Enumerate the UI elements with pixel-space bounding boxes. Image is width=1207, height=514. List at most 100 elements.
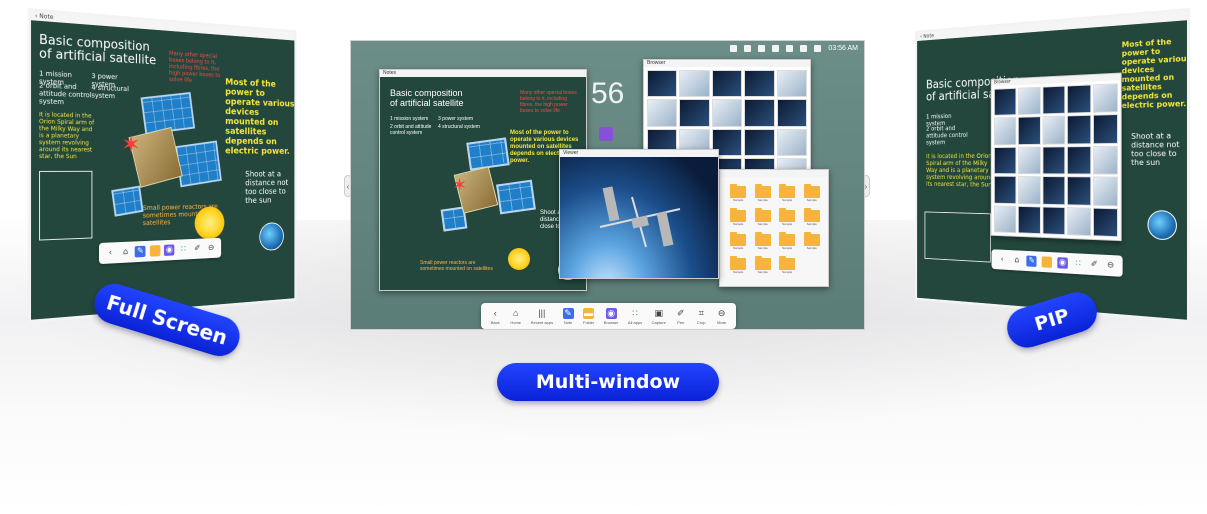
folder-item[interactable]: Sample [730,234,746,254]
image-thumbnail[interactable] [994,88,1016,116]
folder-item[interactable]: Sample [779,234,795,254]
image-thumbnail[interactable] [1067,207,1091,236]
image-thumbnail[interactable] [1042,116,1065,145]
viewer-window-titlebar[interactable]: Viewer [560,150,718,157]
dock-item-note[interactable]: ✎ Note [563,308,574,325]
dock-item-capture[interactable]: ▣ Capture [652,308,666,325]
image-thumbnail[interactable] [1018,206,1041,235]
folder-item[interactable]: Sample [730,186,746,206]
viewer-window[interactable]: Viewer [559,149,719,279]
folder-item[interactable]: Sample [804,234,820,254]
home-icon: ⌂ [510,308,521,319]
dock-item-crop[interactable]: ⌗ Crop [696,308,707,325]
image-thumbnail[interactable] [994,205,1016,233]
image-thumbnail[interactable] [1042,146,1065,174]
dock-item-home[interactable]: ⌂ Home [510,308,521,325]
pen-icon[interactable]: ✐ [192,243,202,254]
image-thumbnail[interactable] [777,70,807,97]
browser-icon[interactable]: ◉ [1057,257,1068,269]
sun-illustration [195,206,225,240]
image-thumbnail[interactable] [1067,115,1091,144]
dock-item-folder[interactable]: ▬ Folder [583,308,594,325]
folder-icon[interactable] [1042,256,1052,268]
image-thumbnail[interactable] [994,176,1016,204]
folder-item[interactable]: Sample [804,186,820,206]
note-window-titlebar[interactable]: Notes [380,70,586,77]
image-thumbnail[interactable] [1067,146,1091,175]
image-thumbnail[interactable] [1093,177,1118,206]
folder-item[interactable]: Sample [730,210,746,230]
folder-item[interactable]: Sample [779,258,795,278]
apps-icon[interactable]: ∷ [1073,258,1084,270]
image-thumbnail[interactable] [1018,87,1041,116]
image-thumbnail[interactable] [647,99,677,126]
image-thumbnail[interactable] [777,129,807,156]
image-thumbnail[interactable] [994,147,1016,175]
folder-icon [779,186,795,198]
image-thumbnail[interactable] [647,70,677,97]
pen-icon: ✐ [675,308,686,319]
folder-window-titlebar[interactable] [720,170,828,177]
home-icon[interactable]: ⌂ [120,246,131,258]
pip-browser-window[interactable]: Browser [991,72,1122,241]
folder-window[interactable]: Sample Sample Sample Sample Sample Sample Samp… [719,169,829,287]
folder-item[interactable]: Sample [779,186,795,206]
image-thumbnail[interactable] [1093,114,1118,144]
browser-icon[interactable]: ◉ [164,244,174,256]
image-thumbnail[interactable] [1093,146,1118,175]
image-thumbnail[interactable] [994,117,1016,145]
dock-item-label: Capture [652,320,666,325]
image-thumbnail[interactable] [744,70,774,97]
back-icon[interactable]: ‹ [105,247,116,259]
board-shoot-note: Shoot at a distance not too close to the… [245,170,295,206]
dock-item-browser[interactable]: ◉ Browser [604,308,619,325]
pen-icon[interactable]: ✐ [1089,259,1100,271]
image-thumbnail[interactable] [1042,176,1065,205]
apps-icon[interactable]: ∷ [178,244,188,256]
image-thumbnail[interactable] [1018,146,1041,174]
image-thumbnail[interactable] [1093,207,1118,237]
more-icon[interactable]: ⊖ [1105,260,1116,272]
image-thumbnail[interactable] [1042,86,1065,115]
folder-item[interactable]: Sample [755,234,771,254]
folder-icon[interactable] [150,245,161,257]
image-thumbnail[interactable] [744,99,774,126]
more-icon[interactable]: ⊖ [206,242,216,253]
note-icon[interactable]: ✎ [1027,255,1037,267]
image-thumbnail[interactable] [1018,176,1041,204]
image-thumbnail[interactable] [679,99,709,126]
dock-item-back[interactable]: ‹ Back [490,308,501,325]
image-thumbnail[interactable] [1067,176,1091,205]
app-launcher-icon[interactable] [599,127,613,141]
folder-item[interactable]: Sample [730,258,746,278]
folder-item[interactable]: Sample [755,210,771,230]
image-thumbnail[interactable] [712,99,742,126]
folder-item[interactable]: Sample [779,210,795,230]
folder-item[interactable]: Sample [755,186,771,206]
note-title-line1: Basic composition [390,88,463,98]
folder-item[interactable]: Sample [755,258,771,278]
solar-panel [111,186,143,217]
pip-board: ‹ Note Basic composition of artificial s… [915,8,1190,323]
folder-item[interactable]: Sample [804,210,820,230]
image-thumbnail[interactable] [744,129,774,156]
note-window[interactable]: Notes Basic composition of artificial sa… [379,69,587,291]
dock-item-pen[interactable]: ✐ Pen [675,308,686,325]
image-thumbnail[interactable] [1042,206,1065,235]
folder-label: Sample [733,246,743,250]
back-icon[interactable]: ‹ [997,254,1007,265]
folder-icon [730,234,746,246]
image-thumbnail[interactable] [679,70,709,97]
image-thumbnail[interactable] [712,70,742,97]
image-thumbnail[interactable] [1093,83,1118,113]
browser-window-titlebar[interactable]: Browser [644,60,810,67]
dock-item-more[interactable]: ⊖ More [716,308,727,325]
status-bar: 03:56 AM [730,45,858,52]
image-thumbnail[interactable] [777,99,807,126]
image-thumbnail[interactable] [1067,84,1091,114]
dock-item-recent[interactable]: ||| Recent apps [531,308,553,325]
image-thumbnail[interactable] [1018,117,1041,145]
home-icon[interactable]: ⌂ [1012,255,1022,266]
note-icon[interactable]: ✎ [135,246,146,258]
dock-item-apps[interactable]: ∷ All apps [628,308,642,325]
